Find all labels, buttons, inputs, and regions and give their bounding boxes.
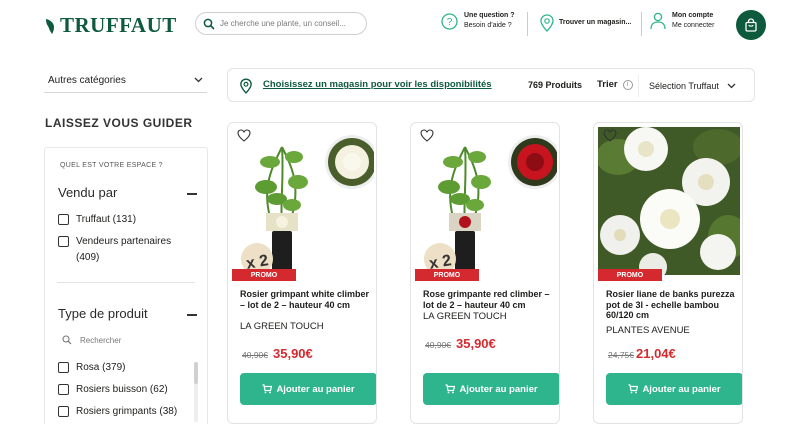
old-price: 40,90€ xyxy=(242,350,268,360)
filter-option[interactable]: Vendeurs partenaires (409) xyxy=(58,234,193,266)
header-divider xyxy=(527,12,528,36)
checkbox[interactable] xyxy=(58,384,69,395)
truffaut-logo[interactable]: TRUFFAUT xyxy=(44,13,177,38)
product-name[interactable]: Rose grimpante red climber – lot de 2 – … xyxy=(423,289,553,310)
add-to-cart-label: Ajouter au panier xyxy=(642,383,721,395)
checkbox[interactable] xyxy=(58,362,69,373)
chevron-down-icon xyxy=(194,77,203,83)
product-image[interactable]: x 2 xyxy=(232,127,374,275)
cart-icon xyxy=(445,384,456,394)
old-price: 40,90€ xyxy=(425,340,451,350)
add-to-cart-button[interactable]: Ajouter au panier xyxy=(606,373,742,405)
section-divider xyxy=(57,282,195,283)
cart-icon xyxy=(262,384,273,394)
search-icon xyxy=(203,18,215,30)
info-icon[interactable]: i xyxy=(622,79,633,90)
product-type-search[interactable]: Rechercher xyxy=(62,335,121,345)
question-circle-icon: ? xyxy=(441,12,458,30)
help-subtitle: Besoin d'aide ? xyxy=(464,22,512,29)
filter-option[interactable]: Truffaut (131) xyxy=(58,212,136,228)
sort-label: Trier xyxy=(597,79,618,90)
map-pin-icon xyxy=(240,78,252,94)
svg-text:?: ? xyxy=(447,17,453,28)
filter-scrollbar[interactable] xyxy=(194,362,198,422)
filter-panel: QUEL EST VOTRE ESPACE ? Vendu par Truffa… xyxy=(44,147,208,424)
product-count: 769 Produits xyxy=(528,80,583,90)
heart-icon[interactable] xyxy=(603,129,617,142)
checkbox[interactable] xyxy=(58,214,69,225)
checkbox[interactable] xyxy=(58,236,69,247)
checkbox[interactable] xyxy=(58,406,69,417)
filter-option[interactable]: Rosiers buisson (62) xyxy=(58,382,168,398)
product-image[interactable]: x 2 xyxy=(415,127,557,275)
find-store-label: Trouver un magasin... xyxy=(559,19,632,26)
filter-option[interactable]: Rosa (379) xyxy=(58,360,125,376)
collapse-icon[interactable] xyxy=(187,193,197,195)
search-input[interactable]: Je cherche une plante, un conseil... xyxy=(195,12,367,35)
search-placeholder: Je cherche une plante, un conseil... xyxy=(220,19,346,28)
user-icon xyxy=(650,12,666,30)
add-to-cart-button[interactable]: Ajouter au panier xyxy=(240,373,376,405)
promo-badge: PROMO xyxy=(415,269,479,281)
help-link[interactable]: ? Une question ? Besoin d'aide ? xyxy=(441,11,515,31)
account-title: Mon compte xyxy=(672,12,714,19)
promo-price: 35,90€ xyxy=(273,346,313,361)
find-store-link[interactable]: Trouver un magasin... xyxy=(540,14,631,32)
scrollbar-thumb[interactable] xyxy=(194,362,198,384)
product-card[interactable]: PROMO Rosier liane de banks purezza pot … xyxy=(593,122,743,424)
add-to-cart-button[interactable]: Ajouter au panier xyxy=(423,373,559,405)
product-name[interactable]: Rosier liane de banks purezza pot de 3l … xyxy=(606,289,736,321)
sort-value: Sélection Truffaut xyxy=(649,81,719,91)
other-categories-label: Autres catégories xyxy=(48,74,126,86)
search-icon xyxy=(62,335,72,345)
sort-label-group: Trier i xyxy=(597,79,633,90)
other-categories-dropdown[interactable]: Autres catégories xyxy=(44,68,207,93)
add-to-cart-label: Ajouter au panier xyxy=(459,383,538,395)
promo-badge: PROMO xyxy=(598,269,662,281)
space-question[interactable]: QUEL EST VOTRE ESPACE ? xyxy=(60,162,163,169)
help-title: Une question ? xyxy=(464,12,515,19)
product-card[interactable]: x 2 PROMO Rosier grimpant white climber … xyxy=(227,122,377,424)
leaf-logo-icon xyxy=(44,18,54,34)
add-to-cart-label: Ajouter au panier xyxy=(276,383,355,395)
filter-option-label: Rosiers grimpants (38) xyxy=(76,406,178,417)
product-image[interactable] xyxy=(598,127,740,275)
product-card[interactable]: x 2 PROMO Rose grimpante red climber – l… xyxy=(410,122,560,424)
filter-option-label: Rosiers buisson (62) xyxy=(76,384,168,395)
product-name[interactable]: Rosier grimpant white climber – lot de 2… xyxy=(240,289,370,310)
seller-name: PLANTES AVENUE xyxy=(606,325,690,336)
logo-text: TRUFFAUT xyxy=(60,13,177,37)
product-type-search-placeholder: Rechercher xyxy=(80,335,122,345)
map-pin-icon xyxy=(540,14,554,32)
store-bar: Choisissez un magasin pour voir les disp… xyxy=(227,68,755,102)
collapse-icon[interactable] xyxy=(187,314,197,316)
account-subtitle: Me connecter xyxy=(672,22,715,29)
account-link[interactable]: Mon compte Me connecter xyxy=(650,11,714,31)
filter-option-label: Rosa (379) xyxy=(76,362,126,373)
shopping-bag-icon xyxy=(745,18,757,32)
filter-option-label: Truffaut (131) xyxy=(76,214,137,225)
cart-icon xyxy=(628,384,639,394)
header-divider xyxy=(641,12,642,36)
guide-title: LAISSEZ VOUS GUIDER xyxy=(45,116,193,130)
filter-option[interactable]: Rosiers grimpants (38) xyxy=(58,404,177,420)
promo-badge: PROMO xyxy=(232,269,296,281)
filter-option-label: Vendeurs partenaires (409) xyxy=(76,236,172,263)
heart-icon[interactable] xyxy=(237,129,251,142)
promo-price: 35,90€ xyxy=(456,336,496,351)
old-price: 24,75€ xyxy=(608,350,634,360)
promo-price: 21,04€ xyxy=(636,346,676,361)
cart-button[interactable] xyxy=(736,10,766,40)
sold-by-title[interactable]: Vendu par xyxy=(58,185,117,200)
chevron-down-icon xyxy=(727,83,736,89)
product-type-title[interactable]: Type de produit xyxy=(58,306,148,321)
sort-dropdown[interactable]: Sélection Truffaut xyxy=(638,75,746,97)
seller-name: LA GREEN TOUCH xyxy=(240,321,324,332)
heart-icon[interactable] xyxy=(420,129,434,142)
choose-store-link[interactable]: Choisissez un magasin pour voir les disp… xyxy=(263,79,492,90)
seller-name: LA GREEN TOUCH xyxy=(423,311,507,322)
